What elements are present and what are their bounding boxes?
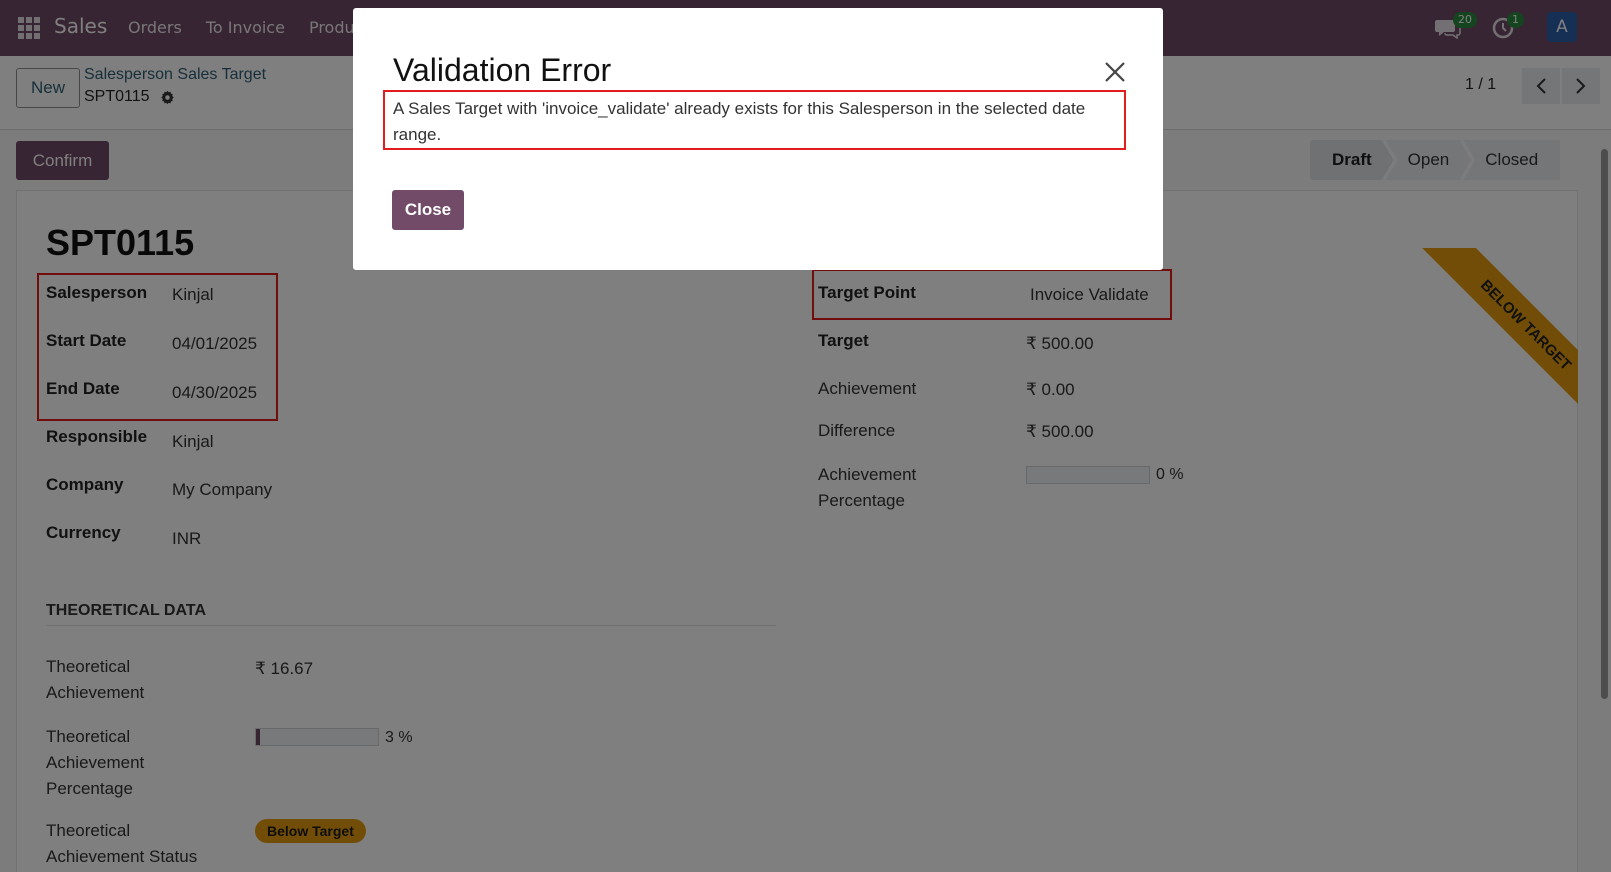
dialog-title: Validation Error <box>393 52 612 88</box>
close-button[interactable]: Close <box>392 190 464 230</box>
validation-error-dialog: Validation Error A Sales Target with 'in… <box>353 8 1163 270</box>
close-icon[interactable] <box>1103 60 1127 84</box>
highlight-box-message <box>383 90 1126 150</box>
